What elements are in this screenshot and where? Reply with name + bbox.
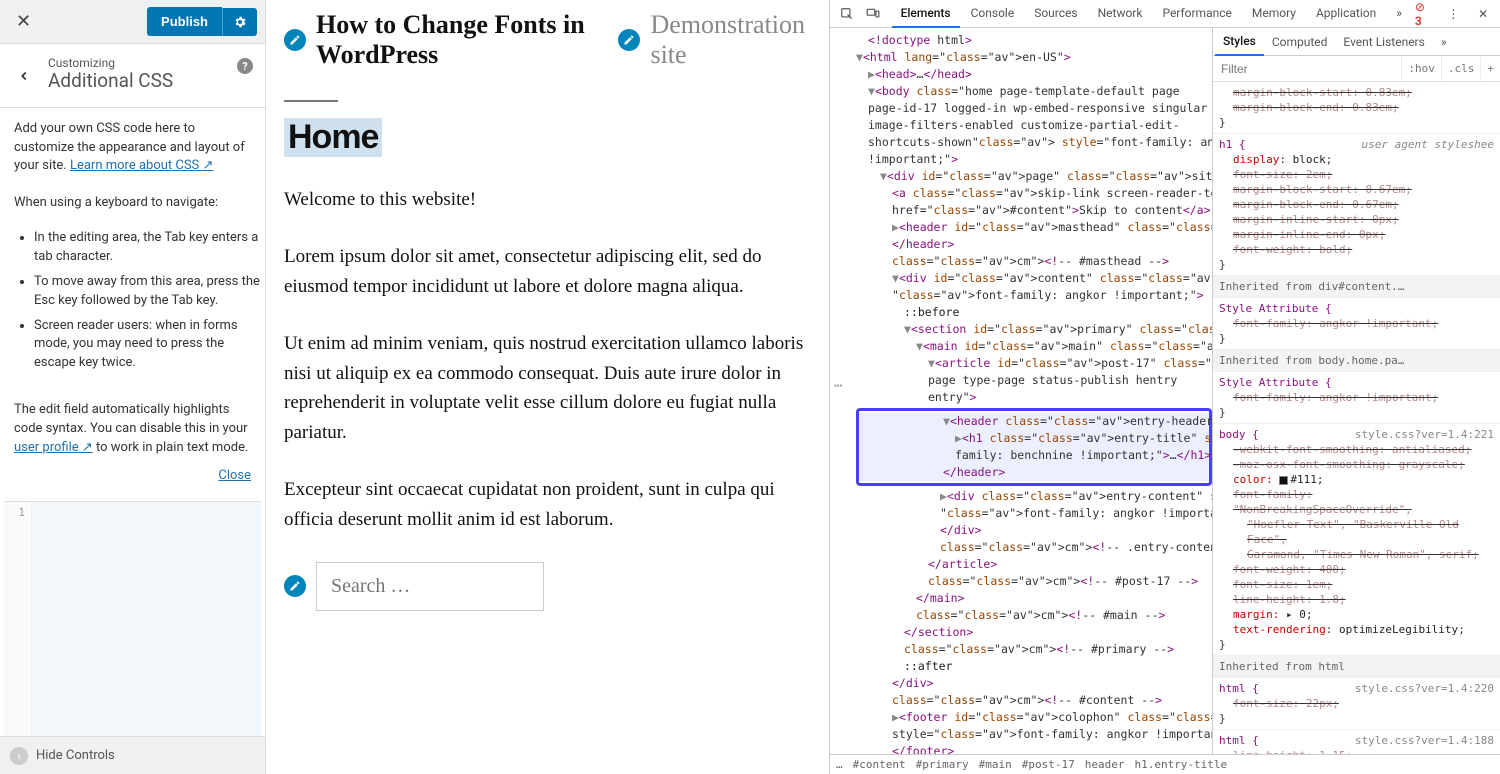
new-rule-icon[interactable]: + <box>1480 56 1500 81</box>
hide-controls-button[interactable]: ‹ Hide Controls <box>0 736 265 774</box>
paragraph: Welcome to this website! <box>284 185 805 214</box>
tab-sources[interactable]: Sources <box>1025 0 1086 28</box>
devtools-menu-icon[interactable]: ⋮ <box>1443 4 1465 24</box>
devtools-tabs: Elements Console Sources Network Perform… <box>892 0 1411 28</box>
customizer-sidebar: ✕ Publish ? Customizing Additional CSS A… <box>0 0 266 774</box>
devtools-close-icon[interactable]: ✕ <box>1472 4 1494 24</box>
tabs-overflow-icon[interactable]: » <box>1433 29 1455 55</box>
learn-more-link[interactable]: Learn more about CSS ↗ <box>70 158 213 173</box>
description-text: Add your own CSS code here to customize … <box>0 108 265 183</box>
search-input[interactable] <box>316 562 544 611</box>
site-preview: How to Change Fonts in WordPress Demonst… <box>266 0 829 774</box>
crumb[interactable]: #main <box>979 758 1012 771</box>
tab-performance[interactable]: Performance <box>1153 0 1240 28</box>
close-description-link[interactable]: Close <box>0 464 265 483</box>
user-profile-link[interactable]: user profile ↗ <box>14 440 93 455</box>
external-link-icon: ↗ <box>82 440 93 455</box>
crumb[interactable]: #content <box>853 758 906 771</box>
list-item: To move away from this area, press the E… <box>34 273 265 311</box>
list-item: In the editing area, the Tab key enters … <box>34 229 265 267</box>
crumb[interactable]: #primary <box>916 758 969 771</box>
line-gutter: 1 <box>4 502 32 736</box>
device-toggle-icon[interactable] <box>862 4 884 24</box>
inherited-header: Inherited from html <box>1213 656 1500 678</box>
tab-memory[interactable]: Memory <box>1243 0 1305 28</box>
css-editor[interactable]: 1 <box>4 501 261 736</box>
gear-icon <box>233 15 247 29</box>
edit-shortcut-icon[interactable] <box>284 575 306 597</box>
styles-filter-input[interactable] <box>1213 62 1401 76</box>
devtools-toolbar: Elements Console Sources Network Perform… <box>830 0 1500 28</box>
paragraph: Ut enim ad minim veniam, quis nostrud ex… <box>284 329 805 447</box>
keyboard-intro: When using a keyboard to navigate: <box>0 182 265 219</box>
title-separator <box>284 100 338 102</box>
syntax-note: The edit field automatically highlights … <box>0 389 265 464</box>
entry-title: Home <box>284 118 382 157</box>
breadcrumb: ? Customizing Additional CSS <box>0 44 265 108</box>
tab-application[interactable]: Application <box>1307 0 1385 28</box>
customizer-topbar: ✕ Publish <box>0 0 265 44</box>
edit-shortcut-icon[interactable] <box>618 29 640 51</box>
entry-content: Welcome to this website! Lorem ipsum dol… <box>284 185 805 534</box>
tab-event-listeners[interactable]: Event Listeners <box>1335 29 1432 55</box>
tabs-overflow-icon[interactable]: » <box>1387 0 1411 28</box>
crumb[interactable]: … <box>836 758 843 771</box>
breadcrumb-bar[interactable]: … #content #primary #main #post-17 heade… <box>830 754 1500 774</box>
site-header: How to Change Fonts in WordPress Demonst… <box>284 10 805 70</box>
crumb[interactable]: #post-17 <box>1022 758 1075 771</box>
external-link-icon: ↗ <box>203 158 214 173</box>
crumb-label: Customizing <box>48 56 251 70</box>
crumb[interactable]: header <box>1085 758 1125 771</box>
tab-computed[interactable]: Computed <box>1264 29 1336 55</box>
site-title[interactable]: How to Change Fonts in WordPress <box>316 10 608 70</box>
tab-elements[interactable]: Elements <box>892 0 960 28</box>
devtools: Elements Console Sources Network Perform… <box>829 0 1500 774</box>
error-badge[interactable]: ⊘ 3 <box>1415 0 1435 28</box>
publish-settings-button[interactable] <box>222 8 257 36</box>
elements-panel[interactable]: ⋯ <!doctype html>▼<html lang="class="av"… <box>830 28 1212 754</box>
tab-network[interactable]: Network <box>1089 0 1152 28</box>
tab-console[interactable]: Console <box>962 0 1024 28</box>
back-button[interactable] <box>10 62 38 90</box>
list-item: Screen reader users: when in forms mode,… <box>34 317 265 374</box>
styles-panel: Styles Computed Event Listeners » :hov .… <box>1212 28 1500 754</box>
paragraph: Lorem ipsum dolor sit amet, consectetur … <box>284 242 805 301</box>
inspect-icon[interactable] <box>836 4 858 24</box>
row-actions-icon[interactable]: ⋯ <box>834 32 856 395</box>
css-textarea[interactable] <box>32 502 261 736</box>
paragraph: Excepteur sint occaecat cupidatat non pr… <box>284 475 805 534</box>
hov-toggle[interactable]: :hov <box>1401 56 1441 81</box>
chevron-left-icon: ‹ <box>10 747 28 765</box>
close-icon[interactable]: ✕ <box>8 5 39 38</box>
inherited-header: Inherited from body.home.pa… <box>1213 350 1500 372</box>
site-description: Demonstration site <box>650 10 805 70</box>
keyboard-list: In the editing area, the Tab key enters … <box>14 223 265 379</box>
cls-toggle[interactable]: .cls <box>1441 56 1481 81</box>
style-rules[interactable]: margin-block-start: 0.83em; margin-block… <box>1213 82 1500 754</box>
page-title: Additional CSS <box>48 70 251 93</box>
tab-styles[interactable]: Styles <box>1215 28 1264 56</box>
edit-shortcut-icon[interactable] <box>284 29 306 51</box>
crumb[interactable]: h1.entry-title <box>1134 758 1227 771</box>
publish-button[interactable]: Publish <box>147 7 222 36</box>
selected-node-highlight: ▼<header class="class="av">entry-header"… <box>856 408 1212 486</box>
help-icon[interactable]: ? <box>237 58 253 74</box>
inherited-header: Inherited from div#content.… <box>1213 276 1500 298</box>
